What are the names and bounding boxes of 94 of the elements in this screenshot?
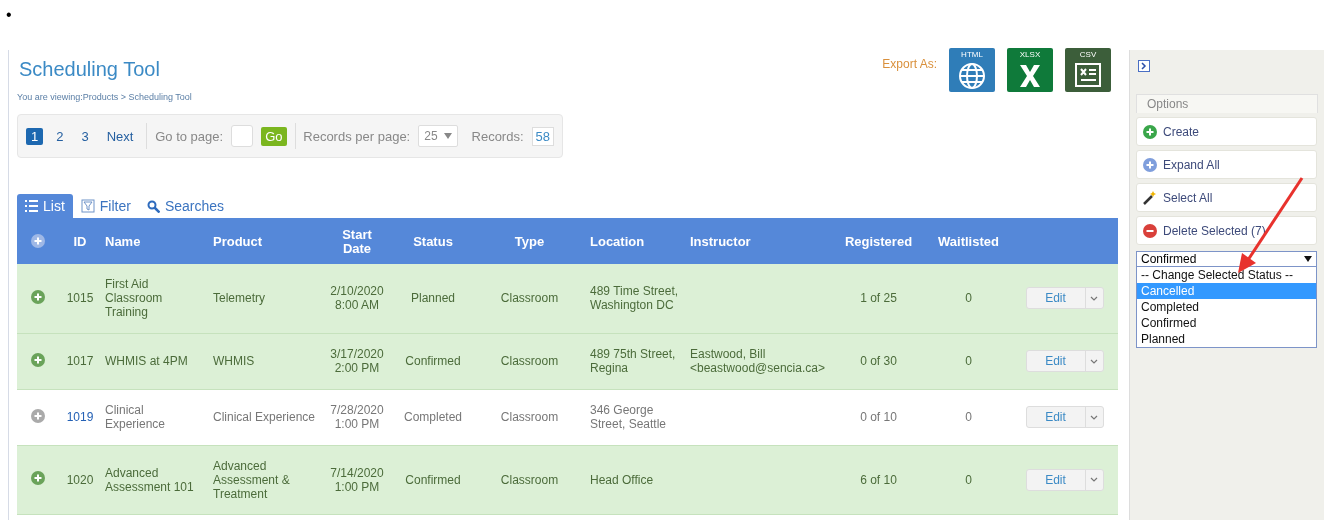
table-cell: WHMIS — [213, 354, 255, 368]
column-header: ID — [73, 235, 87, 249]
magic-wand-icon — [1143, 190, 1157, 205]
per-page-select[interactable]: 25 — [418, 125, 458, 147]
tab[interactable]: List — [17, 194, 73, 218]
next-link[interactable]: Next — [101, 127, 139, 145]
tab[interactable]: Searches — [138, 194, 233, 218]
globe-icon — [957, 61, 987, 91]
table-cell: 6 of 10 — [860, 472, 897, 487]
table-cell: 0 of 10 — [860, 410, 897, 424]
options-tab[interactable]: Options — [1136, 94, 1318, 113]
table-cell: Eastwood, Bill <beastwood@sencia.ca> — [690, 347, 825, 375]
table-cell: First Aid Classroom Training — [105, 277, 163, 320]
caret-icon — [1304, 256, 1312, 262]
table-cell: WHMIS at 4PM — [105, 354, 188, 368]
column-header: Registered — [844, 235, 913, 249]
table-cell: 7/28/2020 1:00 PM — [330, 403, 384, 431]
column-header: Name — [105, 235, 141, 249]
column-header: Type — [514, 235, 545, 249]
table-cell: 489 Time Street, Washington DC — [590, 284, 679, 313]
column-header: Status — [413, 235, 453, 249]
table-cell: Completed — [404, 410, 462, 424]
table-cell: 0 — [965, 354, 972, 368]
column-header: Instructor — [690, 235, 751, 249]
bullet: • — [6, 6, 12, 23]
chevron-icon — [1141, 62, 1147, 70]
column-header: Start Date — [341, 228, 373, 256]
page-field[interactable] — [231, 125, 254, 147]
records-label: Records: — [471, 128, 524, 144]
table-cell: Clinical Experience — [213, 410, 316, 424]
expand-row-icon[interactable] — [31, 471, 45, 485]
page-title: Scheduling Tool — [19, 58, 160, 81]
table-cell: Classroom — [500, 410, 559, 424]
expand-all-icon[interactable] — [31, 233, 45, 248]
spreadsheet-icon — [1073, 61, 1103, 89]
table-cell: 1020 — [66, 472, 94, 487]
caret-icon — [443, 133, 452, 139]
table-cell: 346 George Street, Seattle — [590, 403, 667, 431]
chevron-icon — [1090, 358, 1098, 364]
table-cell: Planned — [410, 291, 455, 306]
table-cell: 1015 — [66, 291, 94, 306]
table-cell: Classroom — [500, 291, 559, 306]
table-cell: Head Office — [590, 472, 654, 487]
column-header: Waitlisted — [938, 235, 999, 249]
collapse-panel-button[interactable] — [1138, 60, 1150, 72]
export-button[interactable]: HTML — [949, 48, 995, 92]
export-button[interactable]: XLSX — [1007, 48, 1053, 92]
table-cell: Classroom — [500, 354, 559, 368]
id-link[interactable]: 1019 — [66, 410, 94, 424]
option-button[interactable]: Expand All — [1136, 150, 1317, 179]
column-header: Location — [590, 235, 645, 249]
table-cell: 0 — [965, 291, 972, 306]
table-cell: Advanced Assessment 101 — [105, 465, 194, 494]
expand-row-icon[interactable] — [31, 408, 45, 423]
table-cell: 0 of 30 — [860, 354, 897, 368]
tab[interactable]: Filter — [72, 194, 139, 218]
table-cell: Confirmed — [405, 354, 461, 368]
table-cell: 2/10/2020 8:00 AM — [330, 284, 384, 313]
filter-icon — [80, 199, 95, 213]
export-button[interactable]: CSV — [1065, 48, 1111, 92]
export-label: Export As: — [882, 57, 937, 71]
expand-icon — [1143, 157, 1157, 172]
option-button[interactable]: Select All — [1136, 183, 1317, 212]
chevron-icon — [1090, 414, 1098, 420]
records-per-page-label: Records per page: — [303, 128, 411, 144]
chevron-icon — [1090, 295, 1098, 301]
list-icon — [25, 200, 38, 212]
table-cell: 0 — [965, 472, 972, 487]
breadcrumb: You are viewing:Products > Scheduling Tool — [17, 92, 192, 102]
chevron-icon — [1090, 477, 1098, 482]
table-cell: 7/14/2020 1:00 PM — [330, 465, 384, 494]
table-cell: 3/17/2020 2:00 PM — [330, 347, 384, 375]
page-link[interactable]: 3 — [76, 127, 94, 145]
add-icon — [1143, 124, 1157, 139]
search-icon — [146, 199, 160, 213]
table-cell: Confirmed — [405, 472, 461, 487]
table-cell: Telemetry — [213, 291, 265, 306]
expand-row-icon[interactable] — [31, 289, 45, 304]
page-link[interactable]: 2 — [51, 127, 69, 145]
table-cell: Advanced Assessment & Treatment — [213, 458, 290, 501]
go-to-page-label: Go to page: — [155, 128, 224, 144]
records-count: 58 — [531, 126, 554, 146]
remove-icon — [1143, 223, 1157, 238]
table-cell: Classroom — [500, 472, 559, 487]
column-header: Product — [213, 235, 263, 249]
table-cell: 1017 — [66, 354, 94, 368]
option-button[interactable]: Create — [1136, 117, 1317, 146]
status-select[interactable]: Confirmed — [1136, 251, 1317, 267]
table-cell: Clinical Experience — [105, 403, 166, 431]
page-link[interactable]: 1 — [26, 127, 44, 145]
table-cell: 1 of 25 — [860, 291, 897, 306]
expand-row-icon[interactable] — [31, 352, 45, 367]
table-cell: 489 75th Street, Regina — [590, 347, 676, 375]
table-cell: 0 — [965, 410, 972, 424]
